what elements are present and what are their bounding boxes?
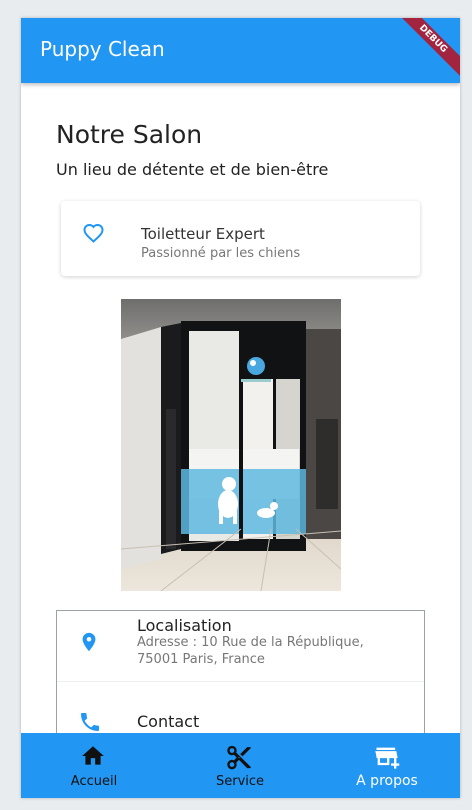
app-title: Puppy Clean [40, 37, 165, 61]
location-row[interactable]: Localisation Adresse : 10 Rue de la Répu… [57, 611, 424, 682]
contact-row[interactable]: Contact [57, 682, 424, 733]
nav-label-accueil: Accueil [70, 774, 118, 789]
page-title: Notre Salon [56, 120, 203, 149]
page-content[interactable]: Notre Salon Un lieu de détente et de bie… [21, 83, 460, 733]
nav-label-a-propos: A propos [356, 773, 418, 789]
debug-banner: DEBUG [389, 18, 460, 83]
phone-screen: Puppy Clean DEBUG Notre Salon Un lieu de… [21, 18, 460, 798]
nav-label-service: Service [215, 774, 265, 789]
feature-card-subtitle: Passionné par les chiens [141, 246, 301, 261]
contact-title: Contact [137, 712, 200, 731]
location-address-line1: Adresse : 10 Rue de la République, [137, 635, 364, 650]
salon-storefront-photo [121, 299, 341, 591]
bottom-navigation: Accueil Service A propos [21, 733, 460, 798]
nav-item-a-propos[interactable]: A propos [314, 733, 460, 798]
app-bar: Puppy Clean DEBUG [21, 18, 460, 83]
info-list: Localisation Adresse : 10 Rue de la Répu… [56, 610, 425, 733]
location-address-line2: 75001 Paris, France [137, 652, 265, 667]
nav-item-accueil[interactable]: Accueil [21, 733, 167, 798]
home-icon [82, 746, 104, 765]
location-title: Localisation [137, 616, 232, 635]
nav-item-service[interactable]: Service [167, 733, 313, 798]
location-pin-icon [78, 629, 100, 659]
heart-outline-icon [81, 221, 106, 249]
scissors-icon [227, 745, 251, 770]
phone-icon [78, 710, 102, 733]
store-add-icon [375, 747, 400, 769]
feature-card-title: Toiletteur Expert [141, 225, 265, 243]
page-subtitle: Un lieu de détente et de bien-être [56, 160, 329, 179]
feature-card: Toiletteur Expert Passionné par les chie… [61, 201, 420, 276]
